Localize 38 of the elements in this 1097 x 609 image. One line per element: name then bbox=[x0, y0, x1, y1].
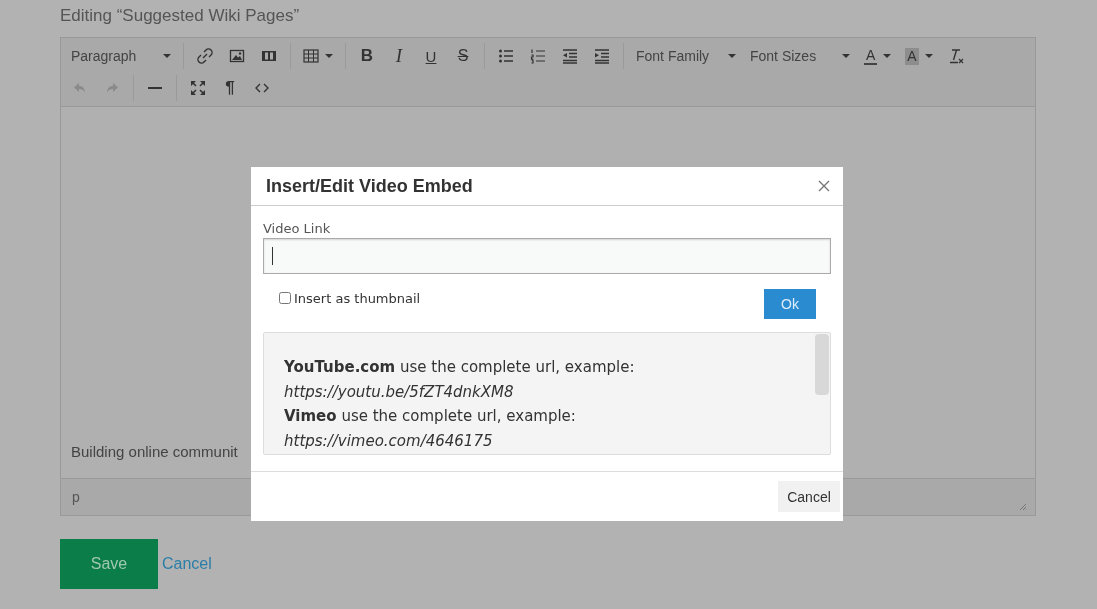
thumbnail-checkbox[interactable] bbox=[279, 292, 291, 304]
editor-text: Building online communit bbox=[71, 443, 238, 460]
help-text: Vimeo use the complete url, example: bbox=[284, 406, 577, 427]
image-icon[interactable] bbox=[229, 48, 245, 64]
format-button[interactable]: S bbox=[448, 43, 478, 69]
clear-formatting-icon[interactable] bbox=[947, 48, 964, 64]
format-button[interactable]: I bbox=[384, 43, 414, 69]
font-sizes-dropdown[interactable]: Font Sizes bbox=[744, 43, 856, 69]
help-text: https://vimeo.com/4646175 bbox=[284, 430, 494, 452]
element-path: p bbox=[72, 489, 80, 505]
save-button[interactable]: Save bbox=[60, 539, 158, 589]
link-icon[interactable] bbox=[197, 48, 213, 64]
bullet-list-icon[interactable] bbox=[498, 48, 514, 64]
text-color-button[interactable]: A bbox=[864, 47, 892, 65]
dialog-title: Insert/Edit Video Embed bbox=[266, 175, 473, 197]
paragraph-mark-button[interactable]: ¶ bbox=[215, 75, 245, 101]
fullscreen-icon[interactable] bbox=[190, 80, 206, 96]
outdent-icon[interactable] bbox=[562, 48, 578, 64]
help-text: https://youtu.be/5fZT4dnkXM8 bbox=[284, 381, 515, 403]
help-text: YouTube.com use the complete url, example: bbox=[284, 357, 636, 378]
format-button[interactable]: U bbox=[416, 43, 446, 69]
close-icon[interactable] bbox=[818, 180, 830, 192]
field-label: Video Link bbox=[263, 221, 332, 236]
resize-handle-icon[interactable] bbox=[1019, 503, 1027, 511]
scrollbar-thumb[interactable] bbox=[815, 334, 829, 395]
page-title: Editing “Suggested Wiki Pages” bbox=[60, 6, 301, 27]
text-cursor bbox=[272, 247, 273, 265]
format-button[interactable]: B bbox=[352, 43, 382, 69]
video-link-field[interactable] bbox=[263, 238, 831, 274]
font-family-dropdown[interactable]: Font Family bbox=[630, 43, 742, 69]
block-format-dropdown[interactable]: Paragraph bbox=[65, 43, 177, 69]
table-button[interactable] bbox=[303, 48, 333, 64]
numbered-list-icon[interactable] bbox=[530, 48, 546, 64]
ok-button[interactable]: Ok bbox=[764, 289, 816, 319]
film-icon[interactable] bbox=[261, 48, 277, 64]
cancel-button[interactable]: Cancel bbox=[778, 481, 840, 512]
indent-icon[interactable] bbox=[594, 48, 610, 64]
checkbox-label: Insert as thumbnail bbox=[294, 290, 421, 306]
